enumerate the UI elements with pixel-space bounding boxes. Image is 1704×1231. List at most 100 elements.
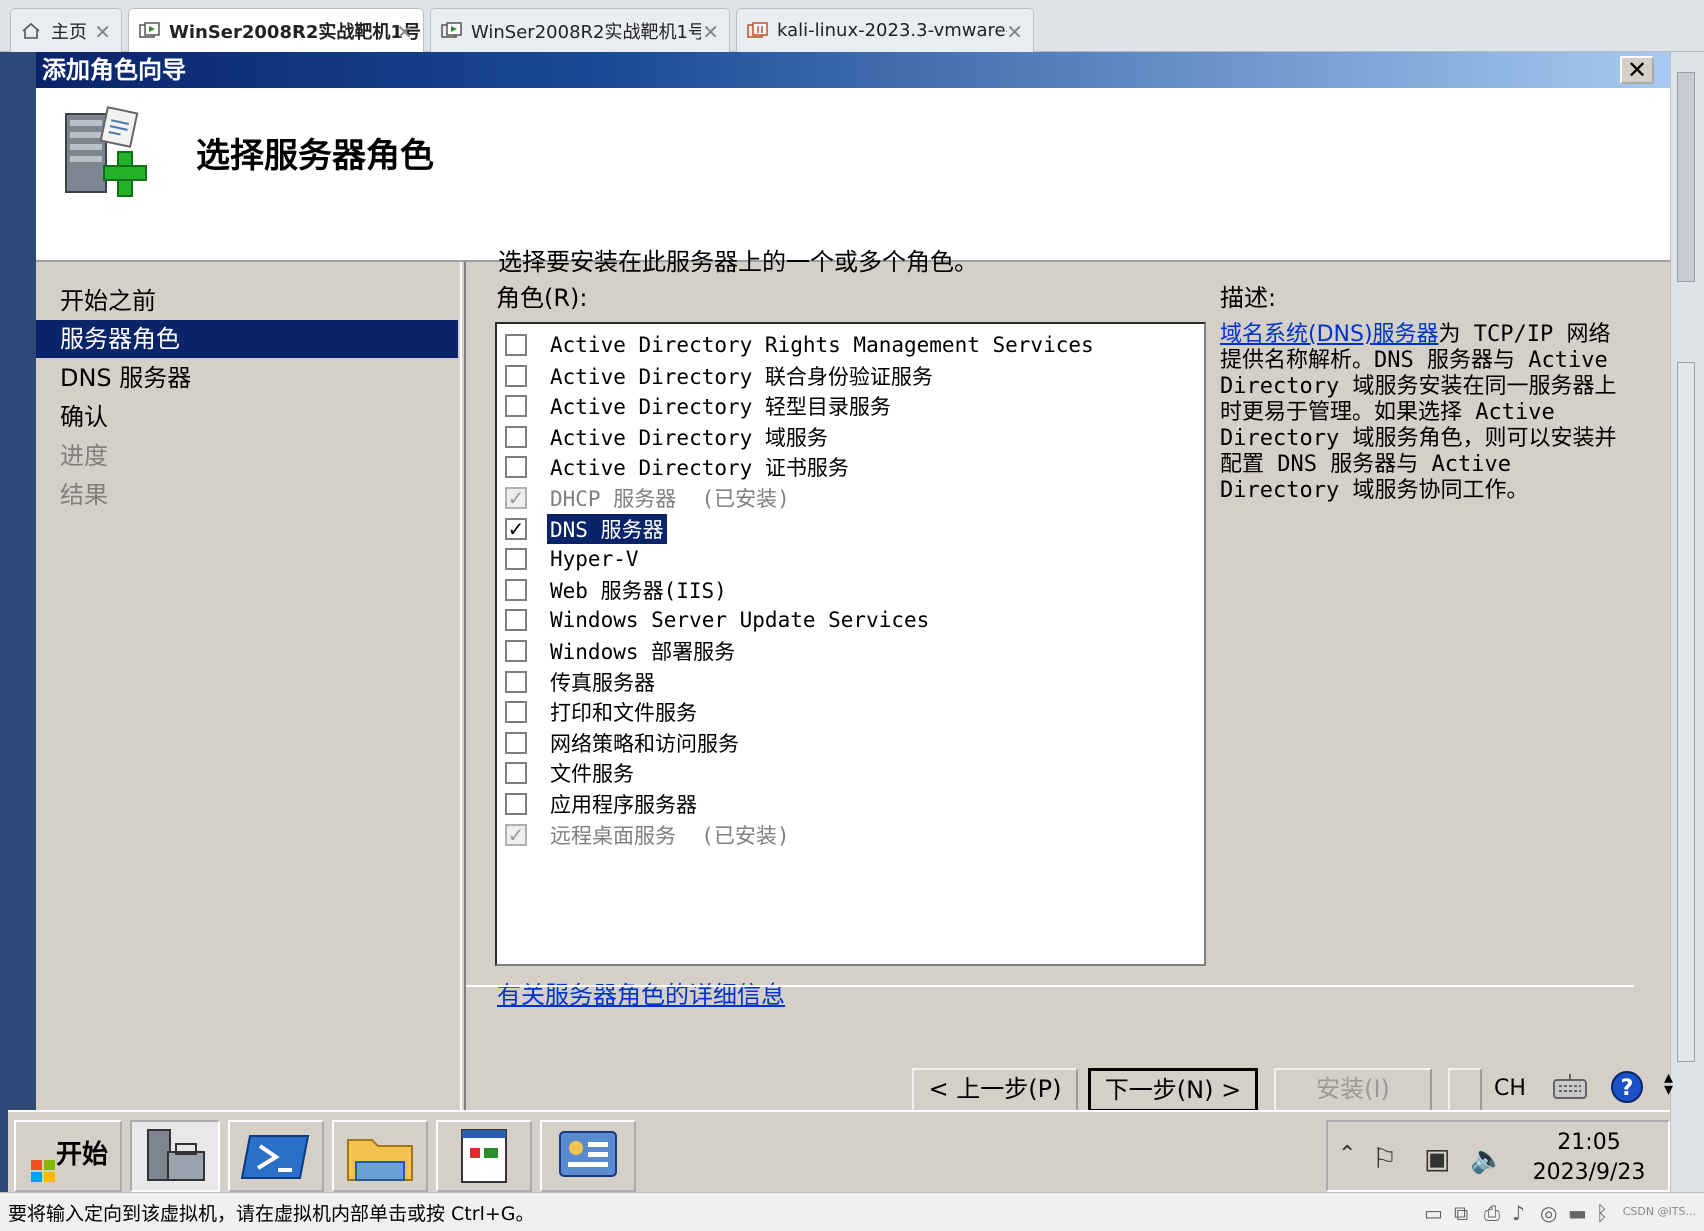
- role-checkbox[interactable]: [505, 456, 527, 479]
- role-checkbox: ✓: [505, 823, 527, 846]
- tab-label: WinSer2008R2实战靶机1号 的...: [471, 21, 701, 43]
- host-right-strip: [1670, 52, 1704, 1192]
- home-icon: [21, 22, 43, 40]
- close-icon[interactable]: ✕: [94, 20, 111, 44]
- host-status-bar: 要将输入定向到该虚拟机，请在虚拟机内部单击或按 Ctrl+G。 ▭ ⧉ ⎙ ♪ …: [0, 1192, 1704, 1231]
- network-icon[interactable]: [540, 1120, 636, 1192]
- close-button[interactable]: ✕: [1620, 56, 1654, 84]
- powershell-icon[interactable]: [228, 1120, 324, 1192]
- cancel-button[interactable]: [1448, 1068, 1482, 1112]
- role-checkbox[interactable]: [505, 609, 527, 632]
- host-tab-bar: 主页 ✕ WinSer2008R2实战靶机1号 ✕ WinSer2008R2实战…: [0, 0, 1704, 52]
- printer-icon[interactable]: ⎙: [1484, 1201, 1500, 1225]
- role-checkbox[interactable]: [505, 364, 527, 387]
- role-item[interactable]: 文件服务: [505, 758, 637, 788]
- sound-icon[interactable]: ♪: [1512, 1201, 1525, 1225]
- task-window-icon[interactable]: [436, 1120, 532, 1192]
- tab-vm-1[interactable]: WinSer2008R2实战靶机1号 ✕: [128, 8, 424, 52]
- dns-server-link[interactable]: 域名系统(DNS)服务器: [1220, 322, 1439, 347]
- role-item[interactable]: ✓ DNS 服务器: [505, 512, 668, 545]
- role-item[interactable]: Active Directory 轻型目录服务: [505, 391, 894, 421]
- close-icon[interactable]: ✕: [1006, 20, 1023, 44]
- role-item[interactable]: Active Directory Rights Management Servi…: [505, 330, 1097, 360]
- server-manager-icon[interactable]: [130, 1120, 220, 1192]
- server-add-icon: [60, 104, 160, 200]
- role-item[interactable]: Windows 部署服务: [505, 636, 738, 666]
- action-center-flag-icon[interactable]: ⚐: [1372, 1142, 1397, 1175]
- role-label: DHCP 服务器 (已安装): [550, 487, 790, 511]
- role-item[interactable]: Active Directory 联合身份验证服务: [505, 361, 936, 391]
- close-icon[interactable]: ✕: [702, 20, 719, 44]
- role-checkbox[interactable]: [505, 425, 527, 448]
- roles-label: 角色(R):: [496, 284, 588, 312]
- bluetooth-icon[interactable]: ᛒ: [1596, 1201, 1608, 1225]
- step-before-you-begin[interactable]: 开始之前: [36, 282, 458, 320]
- keyboard-icon[interactable]: [1552, 1072, 1588, 1102]
- guest-taskbar: 开始 ⌃ ⚐ ▣ 🔈 21:05 2023/9/23: [8, 1110, 1670, 1192]
- role-checkbox[interactable]: [505, 548, 527, 571]
- hard-disk-icon[interactable]: ▭: [1424, 1201, 1443, 1225]
- role-item: ✓ DHCP 服务器 (已安装): [505, 483, 793, 513]
- role-item[interactable]: 应用程序服务器: [505, 789, 700, 819]
- role-item[interactable]: 网络策略和访问服务: [505, 728, 742, 758]
- start-button[interactable]: 开始: [14, 1120, 122, 1192]
- role-checkbox: ✓: [505, 487, 527, 509]
- network-tray-icon[interactable]: ▣: [1424, 1142, 1450, 1175]
- wizard-header: 选择服务器角色: [36, 88, 1670, 262]
- role-item[interactable]: Active Directory 域服务: [505, 422, 831, 452]
- role-item[interactable]: Web 服务器(IIS): [505, 575, 730, 605]
- wizard-button-bar: [466, 985, 1634, 1058]
- clock-time: 21:05: [1557, 1130, 1621, 1155]
- role-checkbox[interactable]: [505, 578, 527, 601]
- language-indicator[interactable]: CH: [1494, 1076, 1526, 1101]
- role-checkbox[interactable]: [505, 793, 527, 815]
- tab-vm-3[interactable]: kali-linux-2023.3-vmware-am... ✕: [736, 8, 1034, 52]
- description-label: 描述:: [1220, 284, 1277, 312]
- help-icon[interactable]: ?: [1610, 1070, 1644, 1104]
- roles-list[interactable]: Active Directory Rights Management Servi…: [495, 322, 1206, 966]
- role-item[interactable]: Windows Server Update Services: [505, 605, 932, 635]
- role-checkbox[interactable]: [505, 640, 527, 662]
- prev-button[interactable]: < 上一步(P): [912, 1068, 1078, 1112]
- role-item: ✓ 远程桌面服务 (已安装): [505, 820, 793, 850]
- role-checkbox[interactable]: [505, 395, 527, 418]
- role-item[interactable]: 打印和文件服务: [505, 697, 700, 727]
- step-dns-server[interactable]: DNS 服务器: [36, 359, 458, 397]
- scrollbar-track[interactable]: [1677, 362, 1695, 1062]
- wizard-steps: 开始之前 服务器角色 DNS 服务器 确认 进度 结果: [36, 262, 460, 1110]
- role-label: 传真服务器: [550, 670, 655, 695]
- role-label: Active Directory 联合身份验证服务: [550, 364, 933, 389]
- role-checkbox[interactable]: [505, 701, 527, 724]
- role-item[interactable]: 传真服务器: [505, 667, 658, 697]
- role-checkbox[interactable]: [505, 731, 527, 754]
- role-label: DNS 服务器: [546, 512, 668, 545]
- explorer-icon[interactable]: [332, 1120, 428, 1192]
- description-panel: 域名系统(DNS)服务器为 TCP/IP 网络提供名称解析。DNS 服务器与 A…: [1220, 322, 1625, 504]
- role-item[interactable]: Active Directory 证书服务: [505, 452, 852, 482]
- tab-vm-2[interactable]: WinSer2008R2实战靶机1号 的... ✕: [430, 8, 730, 52]
- role-item[interactable]: Hyper-V: [505, 544, 642, 574]
- cd-icon[interactable]: ◎: [1540, 1201, 1557, 1225]
- next-button[interactable]: 下一步(N) >: [1088, 1068, 1258, 1112]
- scrollbar-thumb[interactable]: [1677, 72, 1695, 282]
- role-label: 打印和文件服务: [550, 701, 697, 726]
- show-hidden-icons-icon[interactable]: ⌃: [1338, 1142, 1356, 1167]
- taskbar-scroll-icon[interactable]: ▴ ▾: [1664, 1069, 1673, 1099]
- network-adapter-icon[interactable]: ⧉: [1454, 1201, 1468, 1225]
- usb-icon[interactable]: ▬: [1568, 1201, 1587, 1225]
- start-label: 开始: [56, 1140, 109, 1170]
- role-checkbox[interactable]: [505, 762, 527, 785]
- role-checkbox[interactable]: [505, 670, 527, 693]
- role-label: Active Directory 证书服务: [550, 456, 849, 481]
- role-checkbox[interactable]: ✓: [505, 517, 527, 540]
- step-server-roles[interactable]: 服务器角色: [36, 320, 458, 358]
- close-icon[interactable]: ✕: [396, 20, 413, 44]
- role-checkbox[interactable]: [505, 334, 527, 356]
- role-label: 远程桌面服务 (已安装): [550, 823, 790, 848]
- window-title-bar[interactable]: 添加角色向导: [36, 52, 1670, 88]
- volume-icon[interactable]: 🔈: [1470, 1142, 1505, 1175]
- step-confirmation[interactable]: 确认: [36, 398, 458, 436]
- windows-logo-icon: [30, 1143, 56, 1182]
- clock[interactable]: 21:05 2023/9/23: [1514, 1128, 1664, 1188]
- tab-home[interactable]: 主页 ✕: [10, 8, 122, 52]
